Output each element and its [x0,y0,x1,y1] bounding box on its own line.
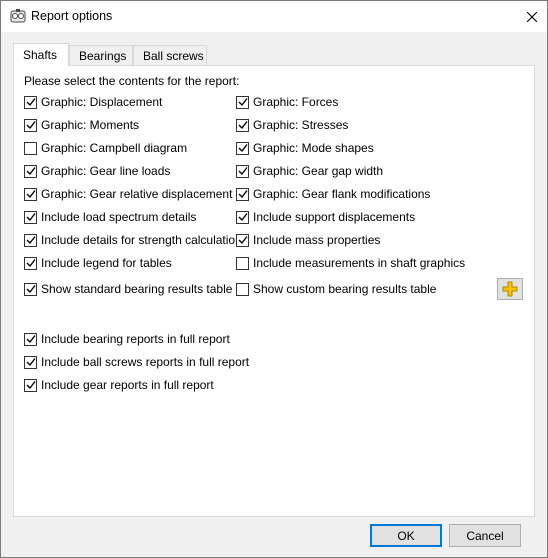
option-row[interactable]: Graphic: Gear relative displacement [24,186,232,202]
option-label: Include ball screws reports in full repo… [41,355,250,369]
option-row[interactable]: Include legend for tables [24,255,172,271]
option-row[interactable]: Graphic: Gear line loads [24,163,170,179]
checkbox[interactable] [236,282,249,296]
option-label: Graphic: Gear line loads [41,164,171,178]
option-row[interactable]: Graphic: Gear gap width [236,163,383,179]
option-label: Graphic: Forces [253,95,339,109]
close-button[interactable] [517,1,547,32]
checkbox[interactable] [24,187,37,201]
tab-shafts[interactable]: Shafts [13,43,69,66]
option-label: Graphic: Campbell diagram [41,141,188,155]
title-bar: Report options [1,1,547,32]
option-label: Include bearing reports in full report [41,332,230,346]
option-label: Include support displacements [253,210,416,224]
checkbox[interactable] [24,118,37,132]
close-icon [527,11,537,22]
option-row[interactable]: Graphic: Gear flank modifications [236,186,430,202]
checkbox[interactable] [24,164,37,178]
checkbox[interactable] [24,282,37,296]
option-label: Graphic: Gear relative displacement [41,187,233,201]
option-label: Include measurements in shaft graphics [253,256,466,270]
option-row[interactable]: Show custom bearing results table [236,281,436,297]
option-row[interactable]: Include gear reports in full report [24,377,214,393]
shafts-tab-panel: Please select the contents for the repor… [13,65,535,517]
option-row[interactable]: Graphic: Moments [24,117,139,133]
option-row[interactable]: Include details for strength calculation [24,232,242,248]
option-row[interactable]: Include bearing reports in full report [24,331,230,347]
checkbox[interactable] [236,187,249,201]
option-label: Graphic: Gear gap width [253,164,384,178]
option-row[interactable]: Graphic: Stresses [236,117,348,133]
checkbox[interactable] [236,164,249,178]
option-label: Graphic: Gear flank modifications [253,187,431,201]
tab-ball-screws[interactable]: Ball screws [133,45,207,65]
option-row[interactable]: Graphic: Mode shapes [236,140,374,156]
option-label: Include load spectrum details [41,210,197,224]
option-row[interactable]: Include ball screws reports in full repo… [24,354,249,370]
checkbox[interactable] [236,233,249,247]
option-label: Graphic: Stresses [253,118,349,132]
window-title: Report options [31,9,113,23]
option-row[interactable]: Graphic: Displacement [24,94,162,110]
option-row[interactable]: Graphic: Campbell diagram [24,140,187,156]
checkbox[interactable] [236,118,249,132]
checkbox[interactable] [24,355,37,369]
checkbox[interactable] [24,233,37,247]
report-app-icon [10,8,26,24]
option-label: Graphic: Moments [41,118,140,132]
option-label: Show standard bearing results table [41,282,233,296]
checkbox[interactable] [236,210,249,224]
checkbox[interactable] [236,141,249,155]
cancel-button[interactable]: Cancel [449,524,521,547]
checkbox[interactable] [24,378,37,392]
checkbox[interactable] [24,332,37,346]
option-row[interactable]: Include mass properties [236,232,380,248]
option-label: Include mass properties [253,233,381,247]
ok-button[interactable]: OK [370,524,442,547]
report-options-dialog: Report options Shafts Bearings Ball scre… [0,0,548,558]
tab-bearings[interactable]: Bearings [69,45,133,65]
checkbox[interactable] [24,210,37,224]
option-label: Include legend for tables [41,256,172,270]
plus-icon [502,281,518,297]
option-label: Graphic: Displacement [41,95,163,109]
checkbox[interactable] [24,95,37,109]
option-row[interactable]: Graphic: Forces [236,94,338,110]
checkbox[interactable] [24,256,37,270]
option-row[interactable]: Show standard bearing results table [24,281,232,297]
option-label: Graphic: Mode shapes [253,141,374,155]
intro-text: Please select the contents for the repor… [24,74,240,88]
option-label: Show custom bearing results table [253,282,437,296]
checkbox[interactable] [236,256,249,270]
checkbox[interactable] [236,95,249,109]
option-label: Include gear reports in full report [41,378,214,392]
option-row[interactable]: Include load spectrum details [24,209,196,225]
checkbox[interactable] [24,141,37,155]
option-row[interactable]: Include measurements in shaft graphics [236,255,465,271]
option-row[interactable]: Include support displacements [236,209,415,225]
option-label: Include details for strength calculation [41,233,242,247]
add-custom-table-button[interactable] [497,278,523,300]
